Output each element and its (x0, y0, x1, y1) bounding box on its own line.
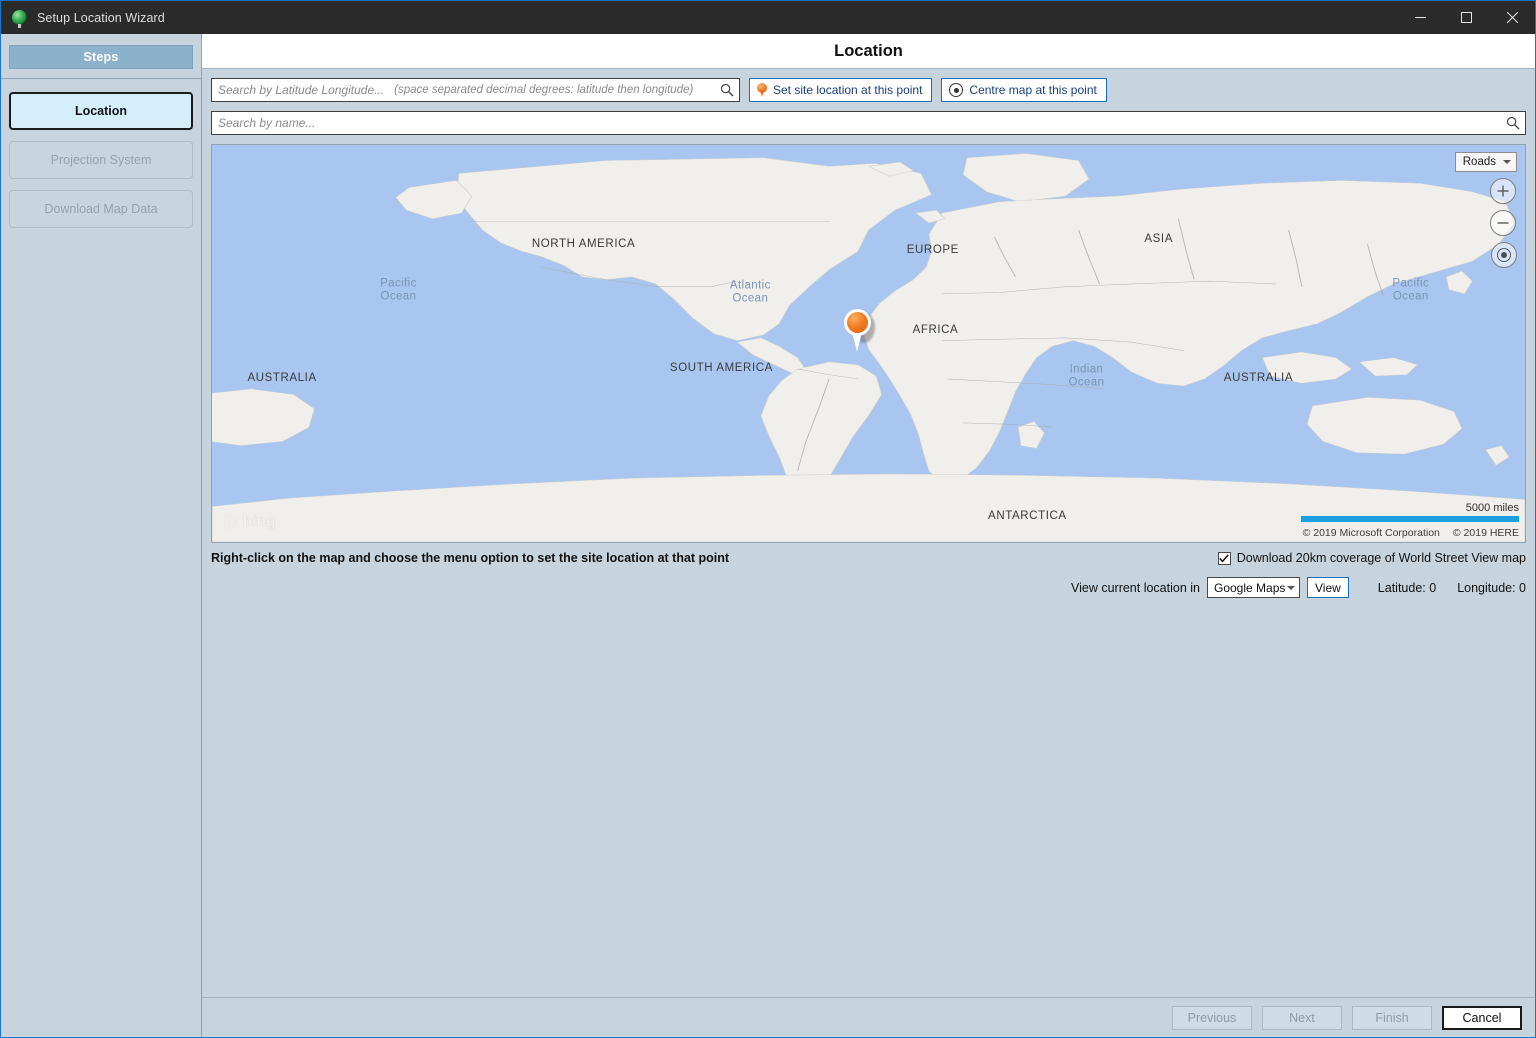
plus-icon (1497, 185, 1509, 197)
centre-map-button[interactable]: Centre map at this point (941, 78, 1107, 102)
maximize-icon[interactable] (1443, 1, 1489, 34)
next-button[interactable]: Next (1262, 1005, 1342, 1030)
window-title: Setup Location Wizard (37, 10, 165, 25)
search-icon[interactable] (1506, 116, 1520, 130)
steps-header: Steps (9, 45, 193, 69)
cancel-button[interactable]: Cancel (1442, 1005, 1522, 1030)
set-site-location-button[interactable]: Set site location at this point (749, 78, 933, 102)
minimize-icon[interactable] (1397, 1, 1443, 34)
longitude-value: Longitude: 0 (1457, 580, 1526, 595)
map-controls: Roads (1454, 152, 1517, 268)
previous-button[interactable]: Previous (1172, 1005, 1252, 1030)
window-controls (1397, 1, 1535, 34)
sidebar-item-location[interactable]: Location (9, 92, 193, 130)
map-container: NORTH AMERICA SOUTH AMERICA EUROPE AFRIC… (202, 135, 1535, 543)
globe-icon (12, 9, 28, 28)
zoom-in-button[interactable] (1490, 178, 1516, 204)
chevron-down-icon (1503, 160, 1511, 164)
zoom-out-button[interactable] (1490, 210, 1516, 236)
locate-icon (1497, 248, 1511, 262)
status-controls: Download 20km coverage of World Street V… (1071, 551, 1526, 598)
locate-button[interactable] (1491, 242, 1517, 268)
content-area: Location Search by Latitude Longitude...… (202, 34, 1535, 1037)
search-toolbar-row-2: Search by name... (211, 111, 1526, 135)
steps-list: Location Projection System Download Map … (1, 79, 201, 228)
bing-mark-icon (224, 513, 238, 531)
view-location-row: View current location in Google Maps Vie… (1071, 577, 1526, 598)
checkbox-checked-icon[interactable] (1217, 551, 1231, 565)
download-coverage-label: Download 20km coverage of World Street V… (1236, 551, 1526, 565)
map-hint-text: Right-click on the map and choose the me… (211, 551, 730, 565)
map-view-mode-value: Roads (1462, 156, 1496, 168)
map-pin-icon (757, 83, 767, 97)
map-scale: 5000 miles (1301, 502, 1519, 522)
attribution-here: © 2019 HERE (1452, 527, 1519, 539)
finish-button[interactable]: Finish (1352, 1005, 1432, 1030)
map-scale-label: 5000 miles (1465, 502, 1519, 514)
sidebar-item-label: Download Map Data (44, 202, 158, 216)
map-view-mode-select[interactable]: Roads (1454, 152, 1517, 172)
steps-sidebar: Steps Location Projection System Downloa… (1, 34, 202, 1037)
minus-icon (1497, 222, 1509, 224)
sidebar-item-label: Location (74, 104, 128, 118)
close-icon[interactable] (1489, 1, 1535, 34)
latlon-placeholder: Search by Latitude Longitude... (218, 83, 385, 97)
view-location-label: View current location in (1070, 580, 1200, 595)
bing-logo: bing (224, 513, 276, 531)
status-area: Right-click on the map and choose the me… (202, 543, 1535, 598)
view-button[interactable]: View (1307, 577, 1349, 598)
view-provider-select[interactable]: Google Maps (1207, 577, 1300, 598)
target-icon (949, 83, 964, 97)
sidebar-item-download-map-data[interactable]: Download Map Data (9, 190, 193, 228)
view-provider-value: Google Maps (1214, 580, 1286, 595)
title-bar: Setup Location Wizard (1, 1, 1535, 34)
search-toolbar: Search by Latitude Longitude... (space s… (202, 69, 1535, 135)
page-header: Location (202, 34, 1535, 69)
centre-map-label: Centre map at this point (969, 83, 1097, 97)
map-attribution: © 2019 Microsoft Corporation © 2019 HERE (1303, 527, 1519, 539)
setup-location-wizard-window: Setup Location Wizard Steps Location Pro… (0, 0, 1536, 1038)
chevron-down-icon (1287, 585, 1295, 590)
latlon-hint: (space separated decimal degrees: latitu… (394, 84, 694, 96)
search-toolbar-row-1: Search by Latitude Longitude... (space s… (211, 78, 1526, 102)
set-site-location-label: Set site location at this point (773, 83, 923, 97)
name-search-input[interactable]: Search by name... (211, 111, 1526, 135)
sidebar-item-label: Projection System (50, 153, 152, 167)
map-geography (212, 145, 1525, 542)
latitude-value: Latitude: 0 (1377, 580, 1437, 595)
latitude-longitude-search-input[interactable]: Search by Latitude Longitude... (space s… (211, 78, 740, 102)
search-icon[interactable] (720, 83, 734, 97)
bing-wordmark: bing (243, 513, 276, 530)
page-title: Location (834, 41, 903, 60)
map-scale-bar (1301, 516, 1519, 522)
world-map[interactable]: NORTH AMERICA SOUTH AMERICA EUROPE AFRIC… (211, 144, 1526, 543)
wizard-footer: Previous Next Finish Cancel (202, 997, 1535, 1037)
download-coverage-checkbox-row[interactable]: Download 20km coverage of World Street V… (1217, 551, 1526, 565)
attribution-microsoft: © 2019 Microsoft Corporation (1302, 527, 1440, 539)
name-placeholder: Search by name... (218, 116, 316, 130)
sidebar-item-projection-system[interactable]: Projection System (9, 141, 193, 179)
